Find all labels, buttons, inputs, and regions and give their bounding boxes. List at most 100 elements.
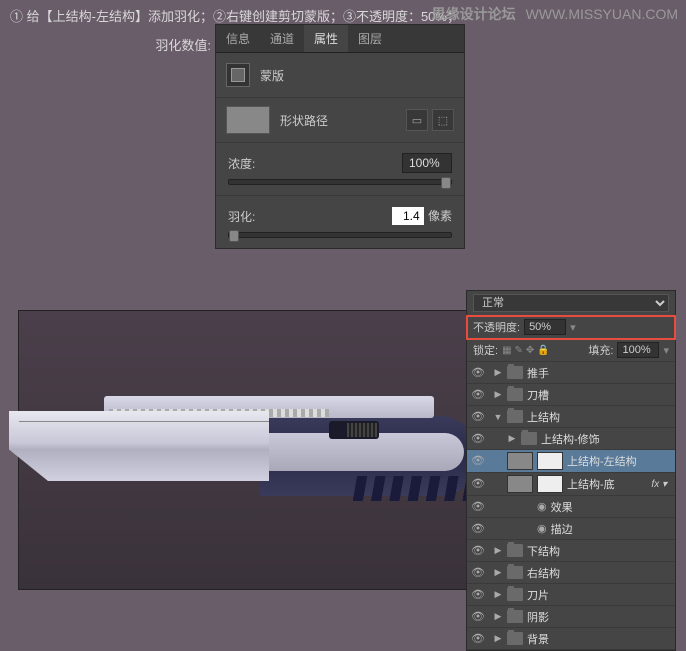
layer-背景[interactable]: 👁 ▶ 背景 (467, 628, 675, 650)
layer-上结构-修饰[interactable]: 👁 ▶ 上结构-修饰 (467, 428, 675, 450)
tab-channel[interactable]: 通道 (260, 25, 304, 52)
layer-name: 上结构-左结构 (567, 453, 637, 469)
watermark-url: WWW.MISSYUAN.COM (526, 6, 678, 22)
visibility-icon[interactable]: 👁 (471, 588, 485, 602)
folder-icon (507, 566, 523, 579)
layer-name: 右结构 (527, 565, 560, 581)
lock-brush-icon[interactable]: ✎ (515, 345, 523, 356)
layer-上结构[interactable]: 👁 ▼ 上结构 (467, 406, 675, 428)
feather-input[interactable] (391, 206, 425, 226)
layer-阴影[interactable]: 👁 ▶ 阴影 (467, 606, 675, 628)
density-value[interactable]: 100% (402, 153, 452, 173)
density-slider[interactable] (228, 179, 452, 185)
twirl-icon[interactable]: ▶ (507, 433, 517, 444)
visibility-icon[interactable]: 👁 (471, 366, 485, 380)
shape-path-section: 形状路径 ▭ ⬚ (216, 97, 464, 142)
twirl-icon[interactable]: ▶ (493, 567, 503, 578)
layer-name: 刀槽 (527, 387, 549, 403)
lock-move-icon[interactable]: ✥ (526, 345, 534, 356)
tab-info[interactable]: 信息 (216, 25, 260, 52)
mask-icon[interactable] (226, 63, 250, 87)
layer-效果[interactable]: 👁◉效果 (467, 496, 675, 518)
layers-panel: 正常 不透明度: ▾ 锁定: ▦ ✎ ✥ 🔒 填充: ▾ 👁 ▶ 推手 👁 ▶ 刀槽 👁 ▼ 上… (466, 290, 676, 651)
layer-name: 阴影 (527, 609, 549, 625)
canvas-preview (18, 310, 468, 590)
visibility-icon[interactable]: 👁 (471, 454, 485, 468)
layer-推手[interactable]: 👁 ▶ 推手 (467, 362, 675, 384)
fill-dropdown-icon[interactable]: ▾ (663, 344, 669, 357)
visibility-icon[interactable]: 👁 (471, 632, 485, 646)
panel-tabs: 信息 通道 属性 图层 (216, 25, 464, 53)
layer-name: 下结构 (527, 543, 560, 559)
visibility-icon[interactable]: 👁 (471, 544, 485, 558)
layer-右结构[interactable]: 👁 ▶ 右结构 (467, 562, 675, 584)
folder-icon (507, 410, 523, 423)
mask-thumb (537, 475, 563, 493)
layer-描边[interactable]: 👁 ◉ 描边 (467, 518, 675, 540)
layer-上结构-底[interactable]: 👁 上结构-底 fx ▾ (467, 473, 675, 496)
layer-name: 上结构-底 (567, 476, 615, 492)
visibility-icon[interactable]: 👁 (471, 566, 485, 580)
layer-list: 👁▶推手👁▶刀槽👁▼上结构👁▶上结构-修饰👁上结构-左结构👁上结构-底fx ▾👁… (467, 362, 675, 650)
lock-row: 锁定: ▦ ✎ ✥ 🔒 填充: ▾ (467, 339, 675, 362)
visibility-icon[interactable]: 👁 (471, 388, 485, 402)
feather-slider[interactable] (228, 232, 452, 238)
opacity-row: 不透明度: ▾ (467, 316, 675, 339)
folder-icon (507, 610, 523, 623)
layer-name: 上结构 (527, 409, 560, 425)
folder-icon (507, 366, 523, 379)
fill-input[interactable] (617, 342, 659, 358)
mask-label: 蒙版 (260, 67, 284, 84)
path-bounds-icon[interactable]: ⬚ (432, 109, 454, 131)
visibility-icon[interactable]: 👁 (471, 610, 485, 624)
folder-icon (507, 588, 523, 601)
layer-thumb (507, 452, 533, 470)
properties-panel: 信息 通道 属性 图层 蒙版 形状路径 ▭ ⬚ 浓度: 100% 羽化: 像素 (215, 24, 465, 249)
watermark: 思缘设计论坛 WWW.MISSYUAN.COM (432, 4, 678, 24)
opacity-input[interactable] (524, 319, 566, 335)
layer-name: 推手 (527, 365, 549, 381)
tab-properties[interactable]: 属性 (304, 25, 348, 52)
fx-indicator[interactable]: fx ▾ (651, 479, 671, 490)
opacity-label: 不透明度: (473, 319, 520, 335)
visibility-icon[interactable]: 👁 (471, 477, 485, 491)
knife-illustration (9, 371, 479, 521)
visibility-icon[interactable]: 👁 (471, 410, 485, 424)
watermark-name: 思缘设计论坛 (432, 6, 516, 22)
twirl-icon[interactable]: ▶ (493, 545, 503, 556)
folder-icon (507, 544, 523, 557)
lock-label: 锁定: (473, 342, 498, 358)
twirl-icon[interactable]: ▶ (493, 589, 503, 600)
twirl-icon[interactable]: ▼ (493, 412, 503, 422)
shape-path-label: 形状路径 (280, 112, 328, 129)
tab-layers[interactable]: 图层 (348, 25, 392, 52)
layer-刀片[interactable]: 👁 ▶ 刀片 (467, 584, 675, 606)
lock-transparent-icon[interactable]: ▦ (502, 345, 511, 356)
layer-name: 描边 (551, 521, 573, 537)
layer-下结构[interactable]: 👁 ▶ 下结构 (467, 540, 675, 562)
feather-unit: 像素 (428, 209, 452, 223)
layer-name: 背景 (527, 631, 549, 647)
layer-刀槽[interactable]: 👁 ▶ 刀槽 (467, 384, 675, 406)
layer-name: 刀片 (527, 587, 549, 603)
blend-mode-select[interactable]: 正常 (473, 294, 669, 312)
fill-label: 填充: (588, 342, 613, 358)
lock-all-icon[interactable]: 🔒 (537, 345, 549, 356)
folder-icon (521, 432, 537, 445)
density-label: 浓度: (228, 155, 255, 172)
opacity-dropdown-icon[interactable]: ▾ (570, 321, 576, 334)
twirl-icon[interactable]: ▶ (493, 611, 503, 622)
layer-name: 上结构-修饰 (541, 431, 600, 447)
fx-bullet: ◉ (537, 522, 547, 535)
visibility-icon[interactable]: 👁 (471, 500, 485, 514)
twirl-icon[interactable]: ▶ (493, 389, 503, 400)
twirl-icon[interactable]: ▶ (493, 633, 503, 644)
visibility-icon[interactable]: 👁 (471, 432, 485, 446)
shape-thumbnail[interactable] (226, 106, 270, 134)
folder-icon (507, 388, 523, 401)
mask-section: 蒙版 (216, 53, 464, 97)
layer-上结构-左结构[interactable]: 👁 上结构-左结构 (467, 450, 675, 473)
visibility-icon[interactable]: 👁 (471, 522, 485, 536)
path-select-icon[interactable]: ▭ (406, 109, 428, 131)
twirl-icon[interactable]: ▶ (493, 367, 503, 378)
